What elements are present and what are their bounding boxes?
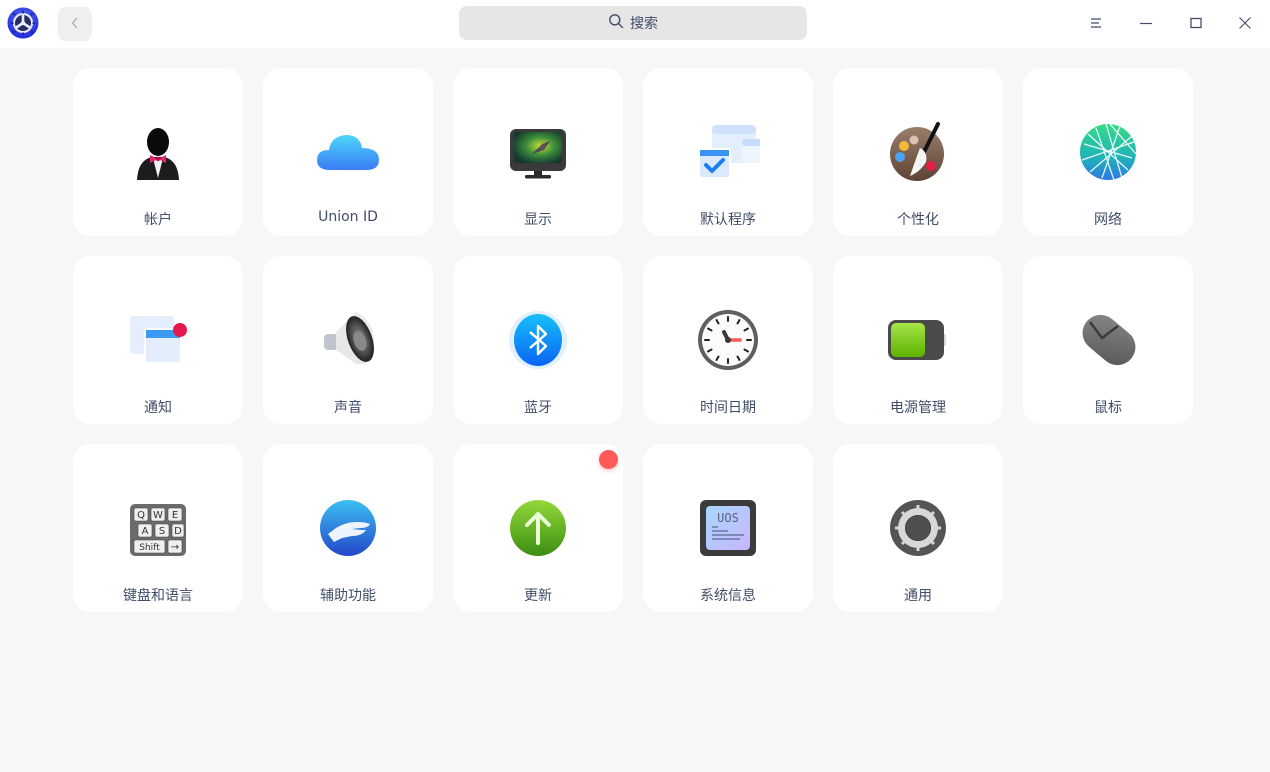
maximize-icon — [1189, 15, 1203, 34]
module-bluetooth[interactable]: 蓝牙 — [453, 256, 623, 424]
module-update[interactable]: 更新 — [453, 444, 623, 612]
module-label: 默认程序 — [700, 212, 756, 228]
update-badge — [599, 450, 618, 469]
close-button[interactable] — [1225, 4, 1265, 44]
module-label: 鼠标 — [1094, 400, 1122, 416]
control-center-gear-icon — [7, 7, 39, 39]
module-label: 个性化 — [897, 212, 939, 228]
module-label: 显示 — [524, 212, 552, 228]
module-label: 通知 — [144, 400, 172, 416]
bluetooth-icon — [506, 308, 570, 372]
cloud-icon — [316, 120, 380, 184]
module-personalization[interactable]: 个性化 — [833, 68, 1003, 236]
module-display[interactable]: 显示 — [453, 68, 623, 236]
search-input[interactable]: 搜索 — [459, 6, 807, 40]
module-general[interactable]: 通用 — [833, 444, 1003, 612]
palette-brush-icon — [886, 120, 950, 184]
title-bar: 搜索 — [0, 0, 1270, 48]
module-label: 系统信息 — [700, 588, 756, 604]
module-label: 声音 — [334, 400, 362, 416]
module-label: 时间日期 — [700, 400, 756, 416]
uos-chip-icon: UOS — [696, 496, 760, 560]
module-accessibility[interactable]: 辅助功能 — [263, 444, 433, 612]
svg-text:Shift: Shift — [139, 543, 160, 553]
network-globe-icon — [1076, 120, 1140, 184]
chevron-left-icon — [70, 15, 80, 34]
module-notification[interactable]: 通知 — [73, 256, 243, 424]
svg-text:D: D — [174, 526, 182, 537]
clock-icon — [696, 308, 760, 372]
module-label: 帐户 — [144, 212, 172, 228]
svg-text:A: A — [142, 526, 149, 537]
general-gear-icon — [886, 496, 950, 560]
module-network[interactable]: 网络 — [1023, 68, 1193, 236]
module-sound[interactable]: 声音 — [263, 256, 433, 424]
module-union-id[interactable]: Union ID — [263, 68, 433, 236]
module-label: 电源管理 — [890, 400, 946, 416]
module-label: Union ID — [318, 209, 378, 225]
search-icon — [608, 13, 624, 33]
open-hand-icon — [316, 496, 380, 560]
update-arrow-up-icon — [506, 496, 570, 560]
svg-text:E: E — [172, 510, 178, 521]
module-grid: 帐户 Union ID 显示 默认程序 个性化 网络 通知 声音 蓝牙 时间日期… — [73, 68, 1193, 612]
hamburger-menu-icon — [1089, 15, 1103, 34]
module-power[interactable]: 电源管理 — [833, 256, 1003, 424]
module-label: 蓝牙 — [524, 400, 552, 416]
battery-icon — [886, 308, 950, 372]
speaker-icon — [316, 308, 380, 372]
maximize-button[interactable] — [1176, 4, 1216, 44]
module-label: 更新 — [524, 588, 552, 604]
module-label: 辅助功能 — [320, 588, 376, 604]
keyboard-keys-icon: QWE ASD Shift → — [126, 496, 190, 560]
user-tuxedo-icon — [126, 120, 190, 184]
module-system-info[interactable]: UOS 系统信息 — [643, 444, 813, 612]
default-apps-window-check-icon — [696, 120, 768, 184]
minimize-icon — [1139, 15, 1153, 34]
svg-text:S: S — [159, 526, 165, 537]
module-label: 通用 — [904, 588, 932, 604]
svg-text:W: W — [153, 510, 163, 521]
module-mouse[interactable]: 鼠标 — [1023, 256, 1193, 424]
monitor-icon — [506, 120, 570, 184]
module-datetime[interactable]: 时间日期 — [643, 256, 813, 424]
module-keyboard[interactable]: QWE ASD Shift → 键盘和语言 — [73, 444, 243, 612]
notification-window-icon — [126, 308, 190, 372]
svg-text:Q: Q — [137, 510, 145, 521]
menu-button[interactable] — [1076, 4, 1116, 44]
svg-text:UOS: UOS — [717, 511, 739, 525]
search-placeholder: 搜索 — [630, 16, 658, 32]
svg-text:→: → — [171, 542, 179, 553]
mouse-icon — [1076, 308, 1140, 372]
close-icon — [1238, 15, 1252, 34]
back-button[interactable] — [58, 7, 92, 41]
module-default-apps[interactable]: 默认程序 — [643, 68, 813, 236]
module-label: 键盘和语言 — [123, 588, 193, 604]
minimize-button[interactable] — [1126, 4, 1166, 44]
module-accounts[interactable]: 帐户 — [73, 68, 243, 236]
module-label: 网络 — [1094, 212, 1122, 228]
